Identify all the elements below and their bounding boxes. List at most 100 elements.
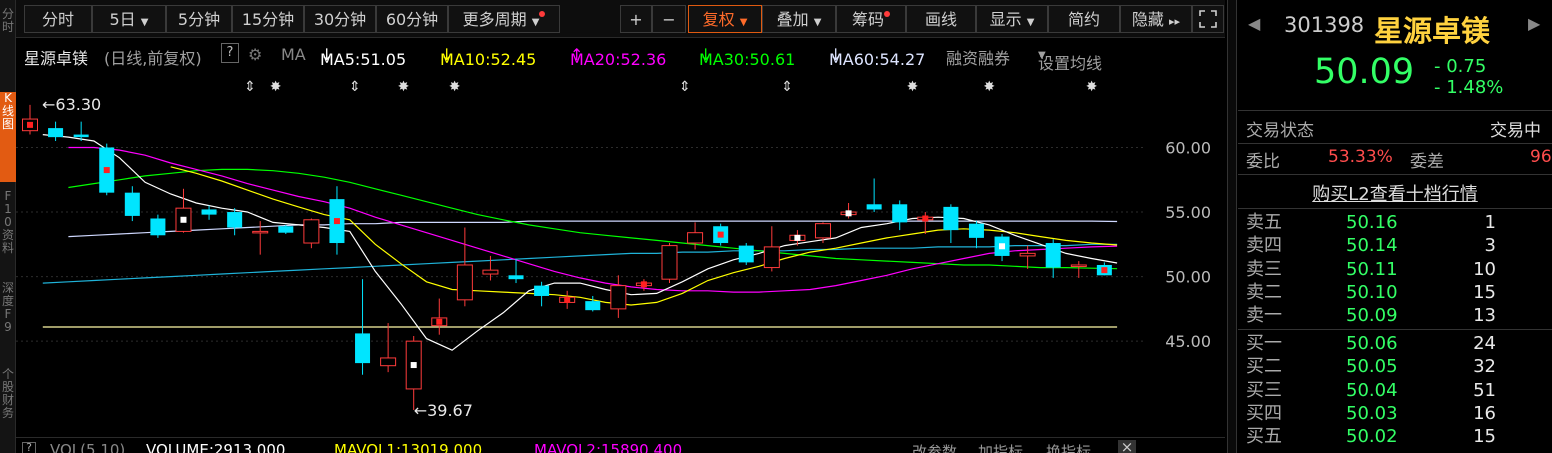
trade-status-row: 交易状态 交易中 (1238, 116, 1552, 141)
period-15min-button[interactable]: 15分钟 (232, 5, 304, 33)
level-price: 50.04 (1346, 379, 1398, 401)
bid-level-row[interactable]: 买三 50.04 51 (1238, 379, 1552, 402)
help-button[interactable]: ? (221, 43, 239, 63)
ma5-value: MA5:51.05 (320, 50, 407, 69)
candle-body-down (508, 275, 524, 280)
margin-trading-link[interactable]: 融资融券 (946, 45, 1010, 69)
period-toolbar: 分时 5日 ▼ 5分钟 15分钟 30分钟 60分钟 更多周期 ▼ + − 复权… (16, 0, 1225, 38)
button-label: 简约 (1067, 10, 1100, 29)
ask-level-row[interactable]: 卖二 50.10 15 (1238, 281, 1552, 304)
draw-line-button[interactable]: 画线 (906, 5, 976, 33)
more-period-button[interactable]: 更多周期 ▼ (448, 5, 560, 33)
level-price: 50.05 (1346, 356, 1398, 378)
ma20-readout: MA20:52.36 ↑ (570, 45, 667, 69)
candle-body-up (610, 285, 627, 310)
candle-body-up (1019, 252, 1036, 257)
ask-level-row[interactable]: 卖一 50.09 13 (1238, 304, 1552, 327)
vol-indicator-name[interactable]: VOL(5,10) (50, 441, 125, 453)
close-indicator-button[interactable]: × (1118, 440, 1136, 453)
button-label: 60分钟 (385, 10, 439, 29)
candle-body-down (73, 134, 89, 138)
candle-marker (845, 210, 852, 217)
level-volume: 1 (1484, 212, 1496, 233)
switch-indicator-button[interactable]: 换指标 (1046, 441, 1091, 453)
event-star-icon: ✸ (907, 79, 919, 95)
event-star-icon: ✸ (1086, 79, 1098, 95)
prev-stock-icon[interactable]: ◀ (1248, 14, 1260, 33)
ma60-value: MA60:54.27 (829, 50, 926, 69)
period-60min-button[interactable]: 60分钟 (376, 5, 448, 33)
bid-level-row[interactable]: 买四 50.03 16 (1238, 402, 1552, 425)
candle-body-down (124, 192, 140, 216)
level-volume: 24 (1473, 333, 1496, 354)
level-label: 买三 (1246, 379, 1282, 401)
chips-button[interactable]: 筹码 (836, 5, 906, 33)
chart-mode: (日线,前复权) (104, 49, 202, 68)
fuquan-button[interactable]: 复权 ▼ (688, 5, 762, 33)
high-price-label: ←63.30 (42, 95, 101, 114)
candle-body-down (943, 206, 959, 231)
candle-body-up (687, 232, 704, 244)
level-label: 买五 (1246, 426, 1282, 448)
change-params-button[interactable]: 改参数 (912, 441, 957, 453)
level-label: 买四 (1246, 402, 1282, 424)
candle-body-down (48, 128, 64, 138)
next-stock-icon[interactable]: ▶ (1528, 14, 1540, 33)
settings-gear-icon[interactable]: ⚙ (248, 45, 262, 64)
quote-panel: ◀ 301398 星源卓镁 ▶ 50.09 - 0.75 - 1.48% 交易状… (1238, 0, 1552, 453)
price-block: 50.09 - 0.75 - 1.48% (1238, 52, 1552, 100)
price-axis: 60.00 55.00 50.00 45.00 (1165, 138, 1211, 351)
price-change: - 0.75 (1434, 56, 1487, 77)
level-volume: 15 (1473, 426, 1496, 448)
indicator-help-button[interactable]: ? (22, 442, 36, 453)
ask-level-row[interactable]: 卖四 50.14 3 (1238, 234, 1552, 257)
period-5min-button[interactable]: 5分钟 (166, 5, 232, 33)
side-tab-finance[interactable]: 个股财务 (0, 368, 16, 453)
level-volume: 16 (1473, 402, 1496, 424)
level-volume: 32 (1473, 356, 1496, 378)
level-price: 50.03 (1346, 402, 1398, 424)
hide-button[interactable]: 隐藏 ▸▸ (1120, 5, 1192, 33)
side-tab-fenshi[interactable]: 分时 (0, 8, 16, 84)
ask-level-row[interactable]: 卖三 50.11 10 (1238, 258, 1552, 281)
side-tab-f10[interactable]: F10资料 (0, 190, 16, 270)
bid-level-row[interactable]: 买一 50.06 24 (1238, 332, 1552, 355)
add-indicator-button[interactable]: 加指标 (978, 441, 1023, 453)
zoom-out-button[interactable]: − (652, 5, 686, 33)
panel-divider[interactable] (1227, 0, 1237, 453)
candle-marker (410, 362, 417, 369)
bid-level-row[interactable]: 买二 50.05 32 (1238, 355, 1552, 378)
ma20-value: MA20:52.36 (570, 50, 667, 69)
side-tab-label: 分时 (1, 8, 14, 34)
ma10-value: MA10:52.45 (440, 50, 537, 69)
side-tab-label: F10资料 (1, 190, 14, 255)
overlay-button[interactable]: 叠加 ▼ (762, 5, 836, 33)
side-tab-kline[interactable]: K线图 (0, 92, 16, 182)
candle-body-up (456, 264, 473, 301)
simple-mode-button[interactable]: 简约 (1048, 5, 1120, 33)
left-side-tabs: 分时 K线图 F10资料 深度F9 个股财务 (0, 0, 16, 453)
candle-body-down (866, 204, 882, 210)
l2-upgrade-link[interactable]: 购买L2查看十档行情 (1238, 180, 1552, 206)
button-label: 5分钟 (177, 10, 221, 29)
event-updown-icon: ⇕ (781, 79, 793, 95)
period-30min-button[interactable]: 30分钟 (304, 5, 376, 33)
button-label: 5日 (109, 10, 136, 29)
period-5day-button[interactable]: 5日 ▼ (92, 5, 166, 33)
caret-down-icon: ▼ (1038, 50, 1046, 61)
button-label: 显示 (989, 10, 1022, 29)
candle-body-up (252, 230, 269, 234)
kline-chart[interactable]: ⇕ ✸ ⇕ ✸ ✸ ⇕ ⇕ ✸ ✸ ✸ 60.00 55.00 50.00 45.00 ←63.30 ←3… (16, 70, 1225, 438)
double-chevron-right-icon: ▸▸ (1169, 15, 1181, 28)
bid-level-row[interactable]: 买五 50.02 15 (1238, 425, 1552, 448)
price-tick-label: 55.00 (1165, 203, 1211, 222)
side-tab-f9[interactable]: 深度F9 (0, 282, 16, 356)
candle-marker (103, 167, 110, 174)
event-star-icon: ✸ (270, 79, 282, 95)
fullscreen-button[interactable] (1192, 5, 1224, 33)
display-button[interactable]: 显示 ▼ (976, 5, 1048, 33)
zoom-in-button[interactable]: + (620, 5, 652, 33)
period-fenshi-button[interactable]: 分时 (24, 5, 92, 33)
level-price: 50.09 (1346, 305, 1398, 327)
ask-level-row[interactable]: 卖五 50.16 1 (1238, 211, 1552, 234)
